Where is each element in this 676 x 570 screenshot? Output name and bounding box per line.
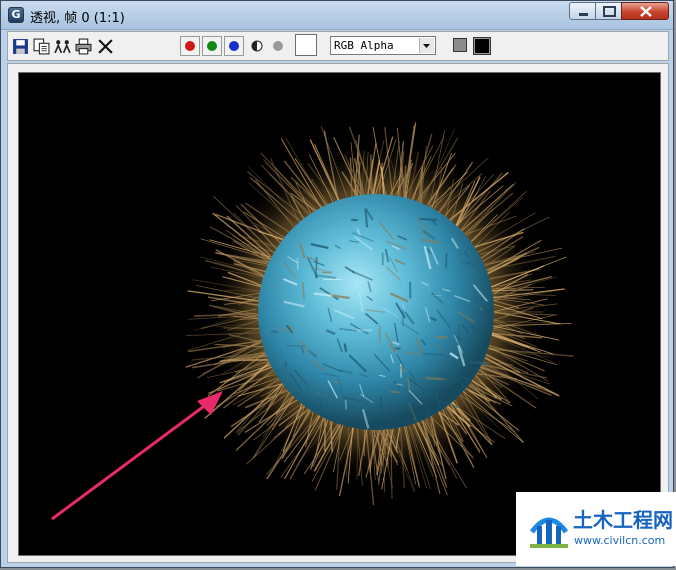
print-icon[interactable] <box>75 38 92 55</box>
watermark-url: www.civilcn.com <box>574 534 666 547</box>
gray-background-toggle[interactable] <box>453 38 467 52</box>
red-channel-toggle[interactable] <box>180 36 200 56</box>
maximize-button[interactable] <box>595 2 622 20</box>
rendered-image <box>18 72 661 556</box>
display-channel-select[interactable]: RGB Alpha <box>330 36 436 55</box>
display-channel-value: RGB Alpha <box>334 39 394 52</box>
furry-sphere-render <box>51 122 574 521</box>
alpha-channel-icon[interactable] <box>272 40 284 52</box>
black-background-toggle[interactable] <box>473 37 491 55</box>
blue-channel-icon <box>229 41 239 51</box>
app-icon: G <box>8 7 24 23</box>
civilcn-logo-icon <box>529 517 569 548</box>
green-channel-toggle[interactable] <box>202 36 222 56</box>
site-watermark: 土木工程网 www.civilcn.com <box>516 492 676 566</box>
title-bar[interactable]: G 透视, 帧 0 (1:1) <box>1 1 673 30</box>
copy-icon[interactable] <box>33 38 50 55</box>
maximize-icon <box>603 6 616 17</box>
minimize-icon <box>579 13 588 16</box>
render-area <box>7 63 669 563</box>
minimize-button[interactable] <box>569 2 596 20</box>
monochrome-icon[interactable] <box>251 40 263 52</box>
red-channel-icon <box>185 41 195 51</box>
window-title: 透视, 帧 0 (1:1) <box>30 11 125 26</box>
rendered-frame-window: G 透视, 帧 0 (1:1) RGB Alpha <box>0 0 674 568</box>
watermark-title: 土木工程网 <box>573 508 673 532</box>
green-channel-icon <box>207 41 217 51</box>
clone-icon[interactable] <box>54 38 71 55</box>
close-icon <box>640 6 652 17</box>
blue-channel-toggle[interactable] <box>224 36 244 56</box>
save-icon[interactable] <box>12 38 29 55</box>
frame-toolbar: RGB Alpha <box>7 31 669 61</box>
annotation-arrow <box>51 399 212 521</box>
clear-icon[interactable] <box>97 38 114 55</box>
close-button[interactable] <box>621 2 669 20</box>
chevron-down-icon[interactable] <box>419 38 434 53</box>
color-swatch[interactable] <box>295 34 317 56</box>
